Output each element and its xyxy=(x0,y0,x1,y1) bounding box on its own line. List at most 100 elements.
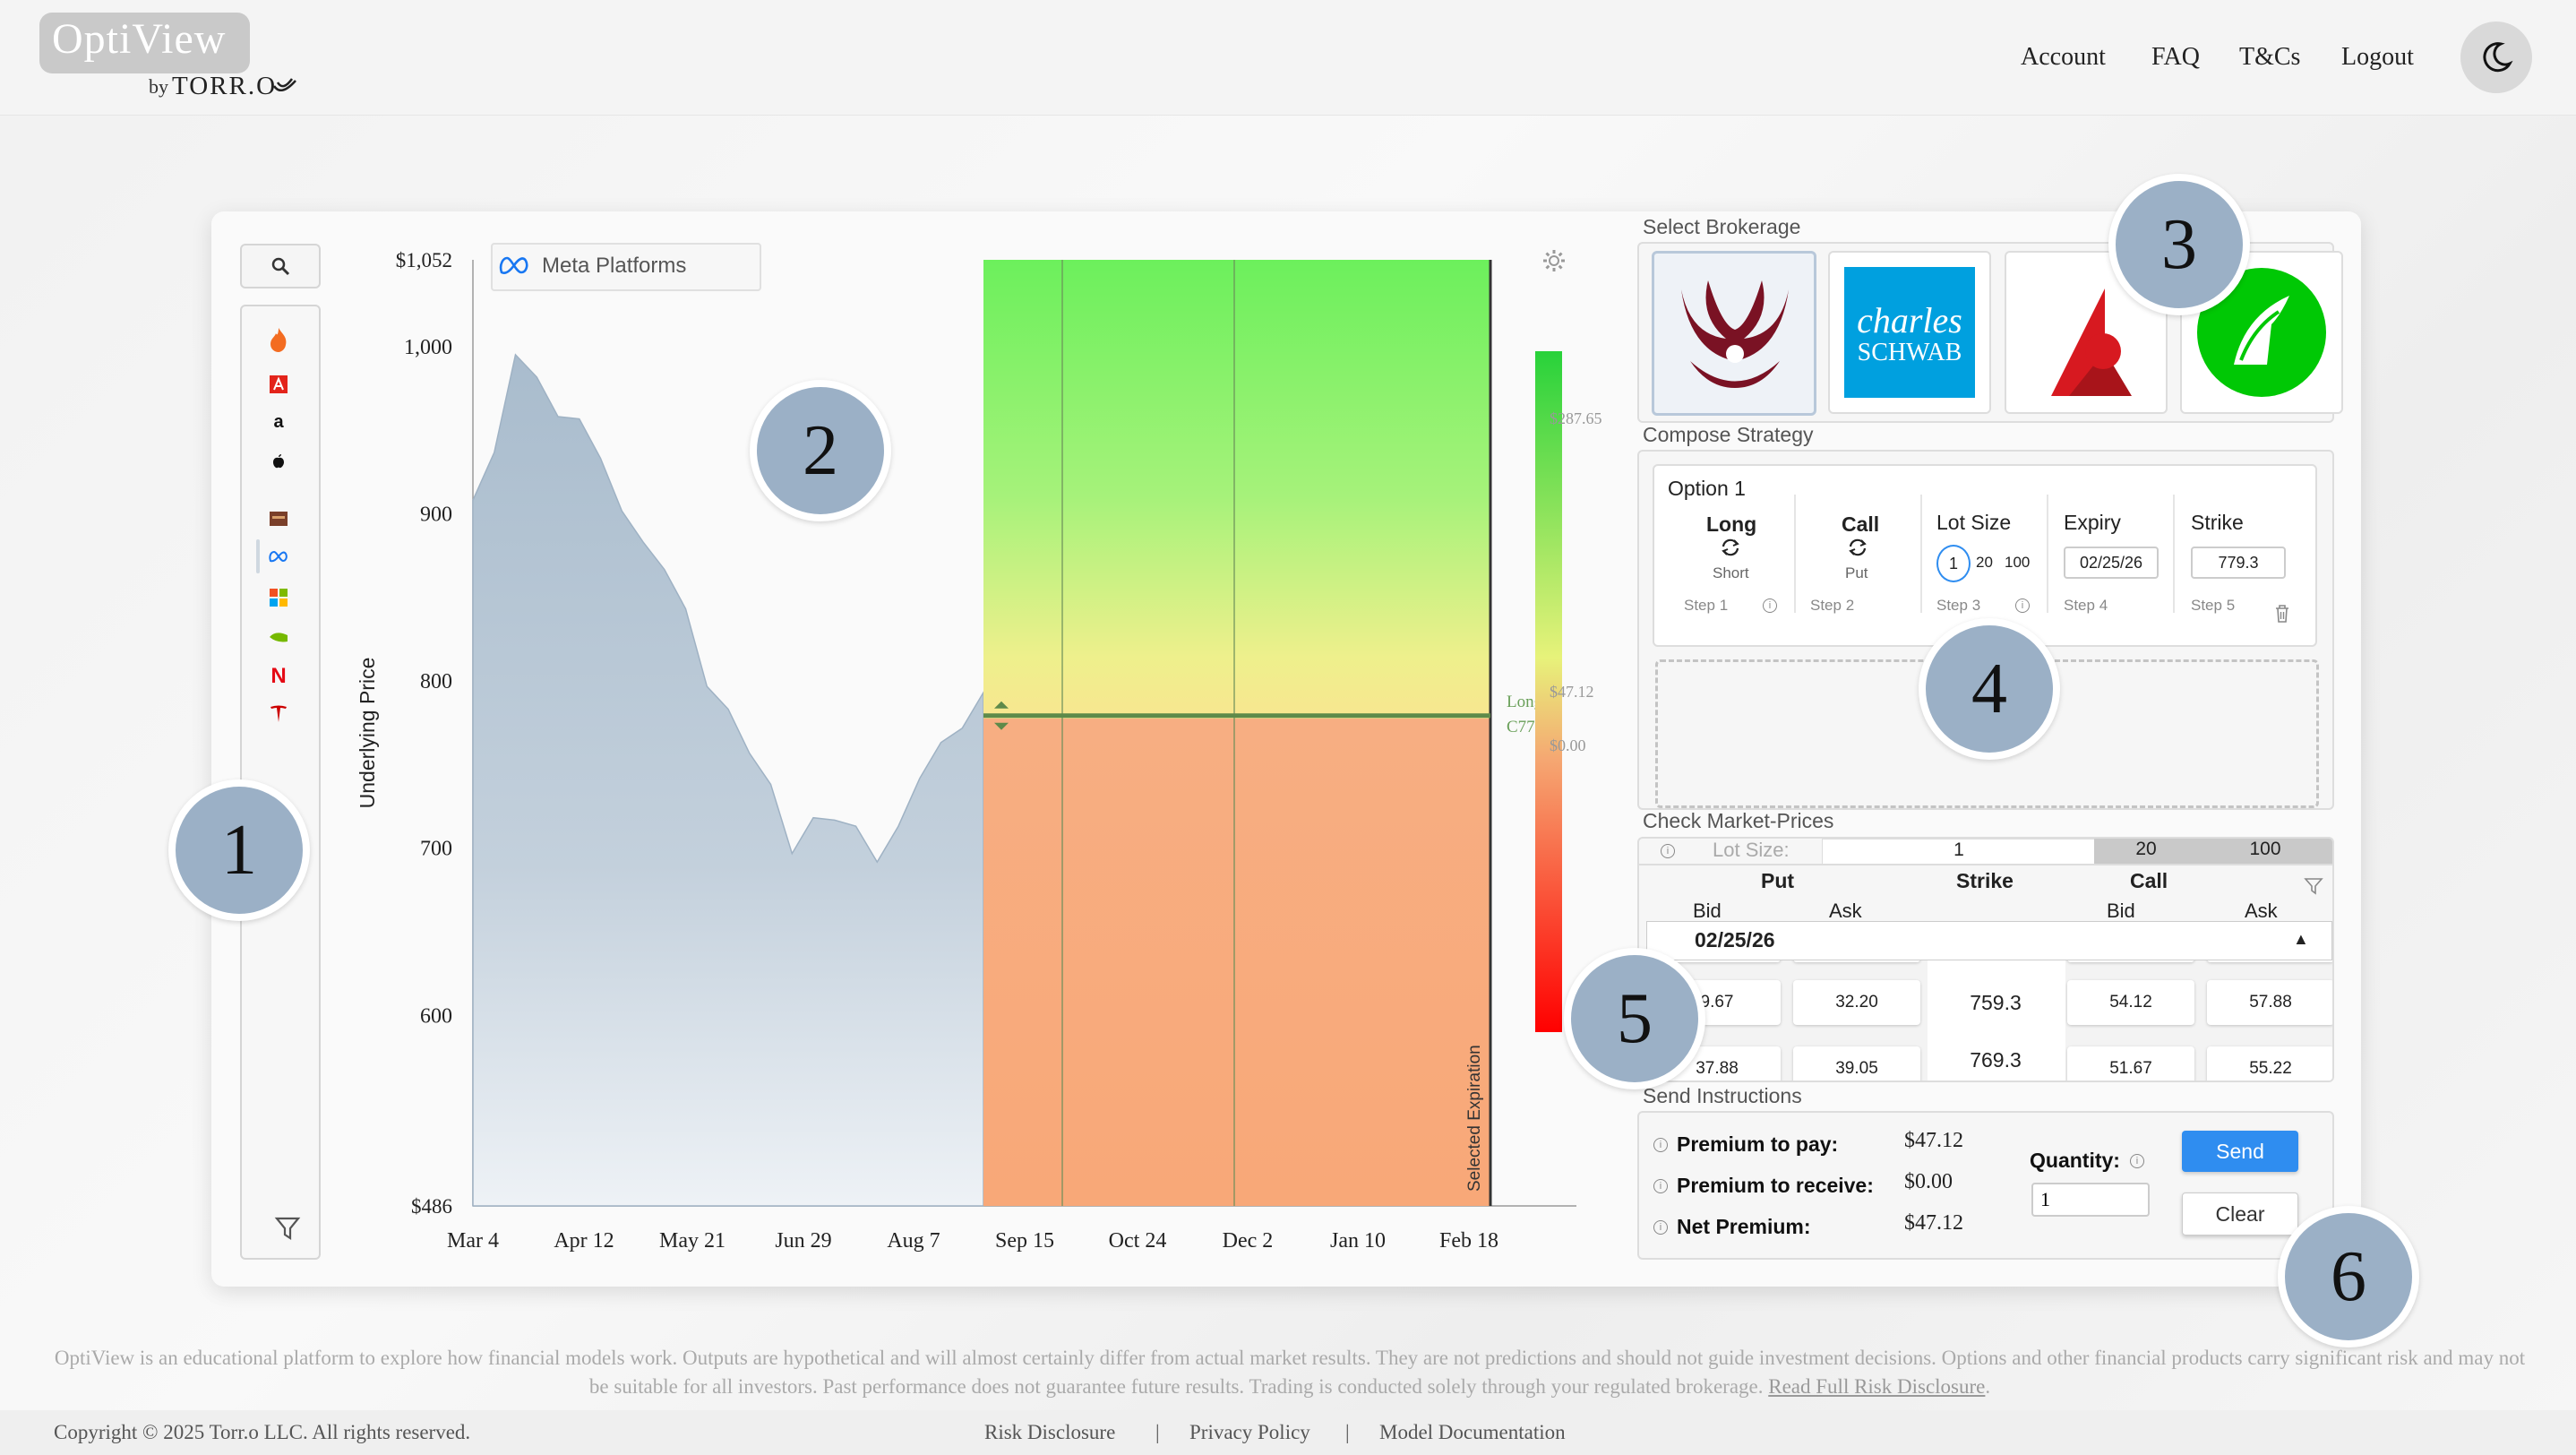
filter-icon[interactable] xyxy=(272,1215,303,1242)
lot-option-100[interactable]: 100 xyxy=(2005,554,2030,572)
info-icon[interactable]: i xyxy=(2015,598,2030,613)
x-tick-label: Mar 4 xyxy=(447,1229,499,1253)
risk-disclaimer: OptiView is an educational platform to e… xyxy=(54,1347,2526,1398)
call-ask-cell[interactable]: 55.22 xyxy=(2207,1046,2332,1080)
nav-logout[interactable]: Logout xyxy=(2341,43,2414,72)
logo[interactable]: OptiView xyxy=(52,14,226,64)
type-call[interactable]: Call xyxy=(1842,512,1879,537)
type-put[interactable]: Put xyxy=(1845,564,1868,582)
broker-schwab[interactable]: charles SCHWAB xyxy=(1828,251,1991,414)
y-tick-label: 700 xyxy=(420,838,452,861)
x-tick-label: Jun 29 xyxy=(775,1229,831,1253)
put-ask-cell[interactable]: 32.20 xyxy=(1793,980,1920,1025)
side-long[interactable]: Long xyxy=(1706,512,1756,537)
call-bid-header: Bid xyxy=(2107,900,2135,922)
theme-toggle-button[interactable] xyxy=(2460,22,2532,93)
chart-settings-button[interactable] xyxy=(1541,247,1567,279)
fire-icon[interactable] xyxy=(263,326,294,353)
options-chain-rows: 9.67 32.20 759.3 54.12 57.88 37.88 39.05… xyxy=(1646,960,2332,1080)
trash-icon[interactable] xyxy=(2273,604,2291,624)
x-tick-label: Sep 15 xyxy=(995,1229,1054,1253)
scale-zero-label: $0.00 xyxy=(1550,736,1586,754)
x-tick-label: Aug 7 xyxy=(887,1229,940,1253)
swap-type-icon[interactable] xyxy=(1847,538,1868,557)
market-prices-title: Check Market-Prices xyxy=(1643,809,1834,832)
send-instructions-title: Send Instructions xyxy=(1643,1084,1802,1107)
step-5: Step 5 xyxy=(2191,597,2236,614)
footer-model-docs-link[interactable]: Model Documentation xyxy=(1379,1421,1566,1444)
x-tick-label: Dec 2 xyxy=(1223,1229,1274,1253)
selected-expiration-label: Selected Expiration xyxy=(1465,1045,1484,1192)
expiry-input[interactable]: 02/25/26 xyxy=(2064,547,2159,579)
premium-pay-value: $47.12 xyxy=(1904,1129,1963,1152)
info-icon[interactable]: i xyxy=(1653,1138,1668,1152)
payoff-heatmap xyxy=(983,260,1490,1206)
amazon-icon[interactable]: a xyxy=(263,409,294,435)
netflix-icon[interactable]: N xyxy=(263,663,294,690)
badge-4: 4 xyxy=(1919,618,2060,760)
market-filter-icon[interactable] xyxy=(2304,876,2323,896)
send-button[interactable]: Send xyxy=(2182,1131,2298,1172)
adobe-icon[interactable] xyxy=(263,371,294,398)
risk-disclosure-link[interactable]: Read Full Risk Disclosure xyxy=(1768,1375,1985,1398)
lot-option-20[interactable]: 20 xyxy=(1976,554,1993,572)
x-tick-label: Jan 10 xyxy=(1330,1229,1386,1253)
market-lot-tab-100[interactable]: 100 xyxy=(2198,839,2332,864)
info-icon[interactable]: i xyxy=(2130,1154,2144,1168)
call-ask-cell[interactable]: 57.88 xyxy=(2207,980,2332,1025)
lot-size-label: Lot Size xyxy=(1936,511,2012,534)
swap-side-icon[interactable] xyxy=(1720,538,1741,557)
clear-button[interactable]: Clear xyxy=(2182,1192,2298,1235)
moon-icon xyxy=(2483,42,2513,73)
put-bid-header: Bid xyxy=(1693,900,1722,922)
cell-top xyxy=(2067,960,2194,962)
cell-top xyxy=(1793,960,1920,962)
header: OptiView by TORR.O Account FAQ T&Cs Logo… xyxy=(0,0,2576,116)
x-tick-label: May 21 xyxy=(659,1229,726,1253)
footer-risk-disclosure-link[interactable]: Risk Disclosure xyxy=(984,1421,1115,1444)
info-icon[interactable]: i xyxy=(1763,598,1777,613)
strike-input[interactable]: 779.3 xyxy=(2191,547,2286,579)
ticker-search-button[interactable] xyxy=(240,244,321,288)
divider xyxy=(2173,495,2175,613)
info-icon[interactable]: i xyxy=(1661,844,1675,858)
nav-account[interactable]: Account xyxy=(2021,43,2106,72)
net-premium-label: Net Premium: xyxy=(1677,1215,1811,1238)
nvidia-icon[interactable] xyxy=(263,624,294,650)
nav-faq[interactable]: FAQ xyxy=(2151,43,2200,72)
market-lot-tab-20[interactable]: 20 xyxy=(2094,839,2199,864)
info-icon[interactable]: i xyxy=(1653,1179,1668,1193)
divider xyxy=(2047,495,2048,613)
meta-icon[interactable] xyxy=(256,539,294,573)
nav-tcs[interactable]: T&Cs xyxy=(2239,43,2300,72)
x-tick-label: Feb 18 xyxy=(1439,1229,1498,1253)
apple-icon[interactable] xyxy=(263,448,294,475)
badge-2: 2 xyxy=(750,380,891,521)
put-header: Put xyxy=(1761,869,1795,892)
broker-torro[interactable] xyxy=(1652,251,1816,416)
select-brokerage-title: Select Brokerage xyxy=(1643,215,1801,238)
quantity-input[interactable] xyxy=(2031,1183,2150,1217)
info-icon[interactable]: i xyxy=(1653,1220,1668,1235)
x-tick-label: Apr 12 xyxy=(554,1229,614,1253)
quantity-label: Quantity: xyxy=(2030,1149,2120,1172)
expiry-label: Expiry xyxy=(2064,511,2121,534)
tesla-icon[interactable] xyxy=(263,701,294,728)
footer-privacy-link[interactable]: Privacy Policy xyxy=(1189,1421,1310,1444)
strike-label: Strike xyxy=(2191,511,2244,534)
schwab-logo-line2: SCHWAB xyxy=(1857,339,1962,366)
market-lot-tab-1[interactable]: 1 xyxy=(1822,839,2096,865)
lot-option-1[interactable]: 1 xyxy=(1936,545,1971,582)
premium-pay-label: Premium to pay: xyxy=(1677,1132,1839,1156)
microsoft-icon[interactable] xyxy=(263,584,294,611)
collapse-icon[interactable]: ▲ xyxy=(2293,930,2309,949)
call-bid-cell[interactable]: 51.67 xyxy=(2067,1046,2194,1080)
put-ask-cell[interactable]: 39.05 xyxy=(1793,1046,1920,1080)
stock-tile-icon[interactable] xyxy=(263,505,294,532)
torro-bird-icon xyxy=(272,78,296,92)
torro-logo-icon xyxy=(1681,280,1789,388)
call-bid-cell[interactable]: 54.12 xyxy=(2067,980,2194,1025)
side-short[interactable]: Short xyxy=(1713,564,1749,582)
strike-cell: 769.3 xyxy=(1970,1048,2022,1072)
logo-brand: TORR.O xyxy=(172,72,278,100)
